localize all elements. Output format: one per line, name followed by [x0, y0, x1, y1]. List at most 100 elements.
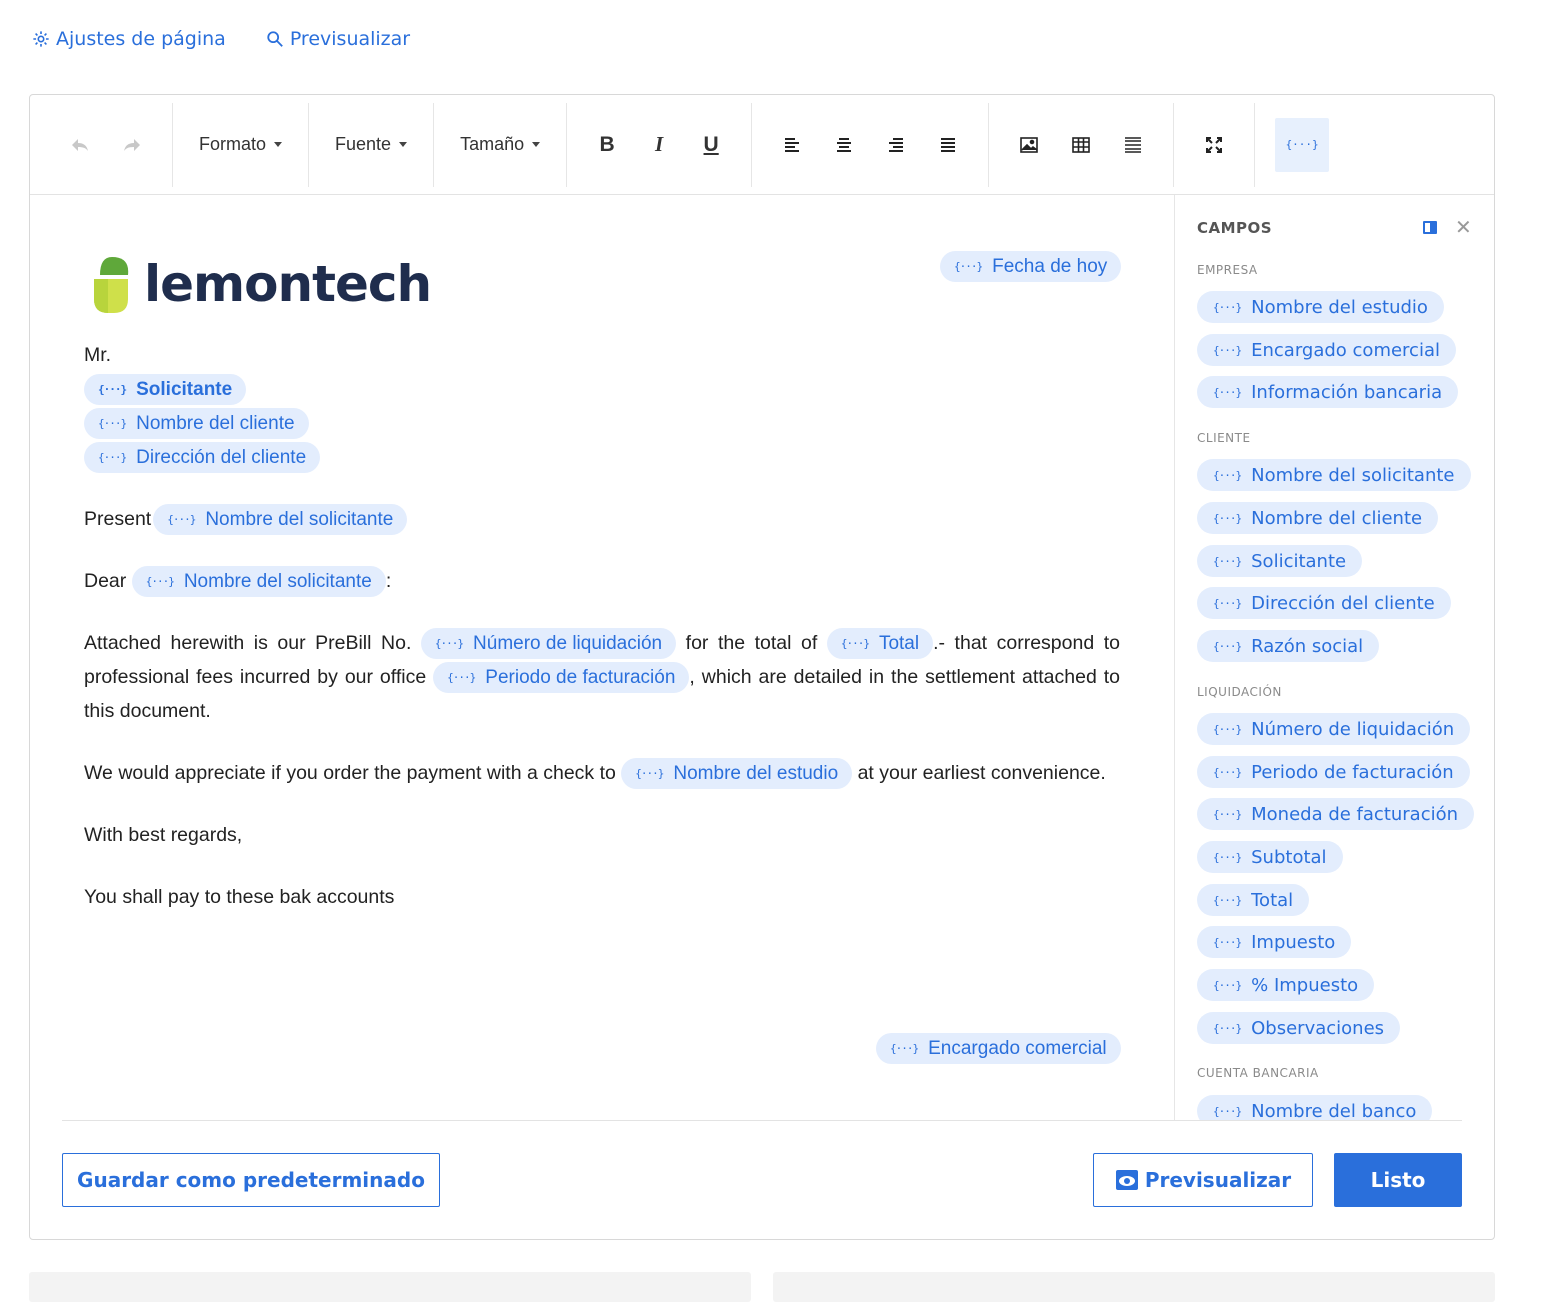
field-icon: {···} [1213, 850, 1242, 864]
field-label: Fecha de hoy [992, 256, 1108, 277]
sidebar-field[interactable]: {···} Encargado comercial [1197, 334, 1456, 366]
italic-button[interactable]: I [639, 125, 679, 165]
field-total[interactable]: {···} Total [826, 628, 934, 660]
sidebar-field[interactable]: {···} Nombre del solicitante [1197, 459, 1471, 491]
field-settlement-number[interactable]: {···} Número de liquidación [420, 628, 677, 660]
field-billing-period[interactable]: {···} Periodo de facturación [433, 662, 690, 694]
sidebar-field[interactable]: {···} Nombre del estudio [1197, 291, 1444, 323]
field-firm-name[interactable]: {···} Nombre del estudio [621, 758, 853, 790]
align-justify-button[interactable] [928, 125, 968, 165]
sidebar-title: CAMPOS [1197, 219, 1273, 237]
field-client-address[interactable]: {···} Dirección del cliente [84, 442, 321, 474]
field-label: Nombre del solicitante [1251, 464, 1455, 486]
field-label: Nombre del banco [1251, 1100, 1417, 1121]
paragraph-text: for the total of [685, 632, 818, 654]
horizontal-rule-button[interactable] [1113, 125, 1153, 165]
sidebar-field[interactable]: {···} Subtotal [1197, 841, 1343, 873]
logo-text: lemontech [144, 255, 432, 313]
align-right-button[interactable] [876, 125, 916, 165]
field-label: Nombre del solicitante [183, 571, 372, 593]
field-icon: {···} [434, 637, 464, 651]
sidebar-field[interactable]: {···} Periodo de facturación [1197, 756, 1470, 788]
sidebar-field[interactable]: {···} % Impuesto [1197, 969, 1375, 1001]
sidebar-field[interactable]: {···} Número de liquidación [1197, 713, 1471, 745]
undo-button[interactable] [60, 125, 100, 165]
fullscreen-button[interactable] [1194, 125, 1234, 165]
field-label: Nombre del estudio [1251, 296, 1428, 318]
done-button[interactable]: Listo [1334, 1153, 1462, 1207]
preview-label: Previsualizar [289, 28, 411, 50]
address-line: {···} Dirección del cliente [84, 440, 1120, 474]
insert-image-button[interactable] [1009, 125, 1049, 165]
field-applicant-name[interactable]: {···} Nombre del solicitante [131, 566, 386, 598]
gear-icon [33, 31, 49, 47]
regards-line: With best regards, [84, 824, 243, 846]
sidebar-field[interactable]: {···} Total [1197, 884, 1310, 916]
bottom-panel-left [29, 1272, 751, 1302]
save-default-button[interactable]: Guardar como predeterminado [62, 1153, 440, 1207]
document-body[interactable]: Mr. {···} Solicitante {···} Nombre del cli… [84, 338, 1120, 914]
bottom-panel-right [773, 1272, 1495, 1302]
font-label: Fuente [335, 134, 392, 154]
present-label: Present [84, 508, 152, 530]
size-dropdown[interactable]: Tamaño [448, 134, 552, 155]
dear-line: Dear {···} Nombre del solicitante: [84, 564, 1120, 598]
section-cuenta-bancaria: CUENTA BANCARIA [1197, 1066, 1319, 1080]
caret-down-icon [532, 142, 541, 147]
sidebar-field[interactable]: {···} Impuesto [1197, 926, 1352, 958]
field-client-name[interactable]: {···} Nombre del cliente [84, 408, 309, 440]
format-dropdown[interactable]: Formato [187, 134, 294, 155]
sidebar-field[interactable]: {···} Moneda de facturación [1197, 798, 1475, 830]
field-icon: {···} [1213, 596, 1242, 610]
field-label: Periodo de facturación [1251, 761, 1454, 783]
colon-text: : [385, 570, 392, 592]
font-dropdown[interactable]: Fuente [323, 134, 419, 155]
field-applicant-name[interactable]: {···} Nombre del solicitante [153, 504, 408, 536]
page-settings-label: Ajustes de página [56, 28, 226, 50]
sidebar-field[interactable]: {···} Dirección del cliente [1197, 587, 1451, 619]
fullscreen-icon [1206, 136, 1223, 153]
dock-panel-icon[interactable] [1423, 221, 1437, 234]
eye-icon [1115, 1170, 1138, 1190]
section-cliente: CLIENTE [1197, 431, 1251, 445]
field-label: Información bancaria [1251, 381, 1443, 403]
field-label: Total [878, 633, 920, 655]
field-label: Dirección del cliente [1251, 592, 1435, 614]
caret-down-icon [399, 142, 408, 147]
field-commercial-manager[interactable]: {···} Encargado comercial [876, 1033, 1121, 1064]
sidebar-field[interactable]: {···} Razón social [1197, 630, 1380, 662]
sidebar-field[interactable]: {···} Solicitante [1197, 545, 1363, 577]
field-label: % Impuesto [1251, 974, 1359, 996]
style-group: B I U [567, 102, 753, 187]
page-settings-link[interactable]: Ajustes de página [32, 28, 226, 50]
field-icon: {···} [1213, 1104, 1242, 1118]
field-icon: {···} [954, 260, 983, 273]
sidebar-field[interactable]: {···} Nombre del cliente [1197, 502, 1439, 534]
sidebar-field[interactable]: {···} Nombre del banco [1197, 1095, 1433, 1121]
redo-button[interactable] [112, 125, 152, 165]
editor-toolbar: Formato Fuente Tamaño B I U {···} [30, 95, 1494, 195]
underline-button[interactable]: U [691, 125, 731, 165]
field-icon: {···} [1213, 893, 1242, 907]
close-icon[interactable]: ✕ [1455, 215, 1472, 239]
preview-link[interactable]: Previsualizar [266, 28, 410, 50]
table-icon [1072, 136, 1090, 153]
field-applicant[interactable]: {···} Solicitante [84, 374, 247, 406]
field-today-date[interactable]: {···} Fecha de hoy [940, 251, 1122, 282]
align-center-button[interactable] [824, 125, 864, 165]
company-logo: lemontech [90, 255, 432, 313]
insert-table-button[interactable] [1061, 125, 1101, 165]
paragraph-prebill: Attached herewith is our PreBill No. {··… [84, 626, 1120, 728]
preview-button[interactable]: Previsualizar [1093, 1153, 1313, 1207]
insert-group [989, 102, 1175, 187]
bold-button[interactable]: B [587, 125, 627, 165]
size-group: Tamaño [434, 102, 568, 187]
sidebar-field[interactable]: {···} Información bancaria [1197, 376, 1459, 408]
field-icon: {···} [1213, 807, 1242, 821]
fields-sidebar: CAMPOS ✕ EMPRESA {···} Nombre del estudio… [1174, 195, 1494, 1120]
sidebar-field[interactable]: {···} Observaciones [1197, 1012, 1401, 1044]
field-icon: {···} [635, 767, 664, 781]
align-left-button[interactable] [772, 125, 812, 165]
fields-toggle-button[interactable]: {···} [1275, 117, 1330, 172]
date-field-wrap: {···} Fecha de hoy [940, 251, 1122, 282]
